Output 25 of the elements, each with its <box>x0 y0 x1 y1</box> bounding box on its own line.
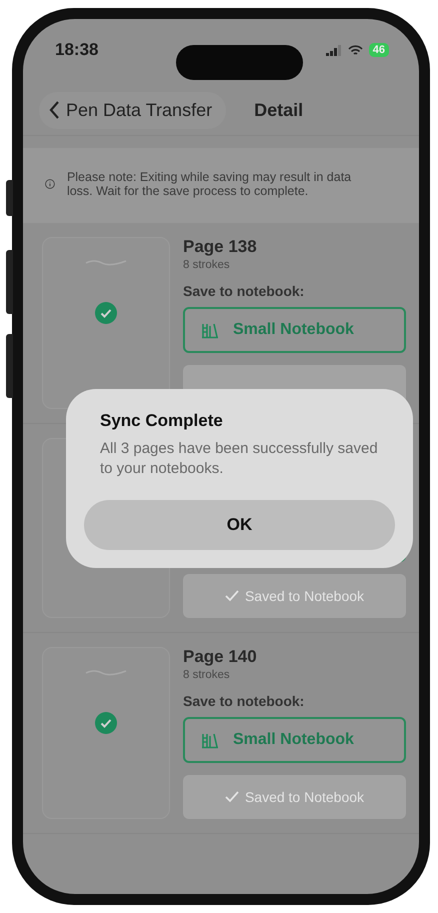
signal-icon <box>326 44 342 56</box>
battery-level: 46 <box>368 43 389 57</box>
notebook-button[interactable]: Small Notebook <box>183 306 406 353</box>
back-button[interactable]: Pen Data Transfer <box>39 92 226 128</box>
status-time: 18:38 <box>55 40 98 60</box>
save-label: Save to notebook: <box>183 282 306 299</box>
check-icon <box>224 790 239 803</box>
stroke-count: 8 strokes <box>183 258 231 271</box>
notice-text: Please note: Exiting while saving may result in data loss. Wait for the save process to complete. <box>66 170 352 199</box>
page-title: Page 138 <box>183 236 257 256</box>
wifi-icon <box>348 44 363 56</box>
saved-button[interactable]: Saved to Notebook <box>183 574 406 618</box>
dialog-title: Sync Complete <box>100 411 224 431</box>
check-icon <box>224 590 239 602</box>
screen-title: Detail <box>254 100 304 120</box>
save-label: Save to notebook: <box>183 692 306 709</box>
ok-button[interactable]: OK <box>84 500 395 550</box>
saved-button[interactable]: Saved to Notebook <box>183 774 406 819</box>
chevron-left-icon <box>49 101 60 119</box>
page-title: Page 140 <box>183 646 257 666</box>
notebook-button[interactable]: Small Notebook <box>183 716 406 763</box>
page-thumbnail[interactable] <box>42 236 170 409</box>
stroke-count: 8 strokes <box>183 668 231 681</box>
page-thumbnail[interactable] <box>42 646 170 819</box>
dialog-message: All 3 pages have been successfully saved to your notebooks. <box>100 439 379 480</box>
